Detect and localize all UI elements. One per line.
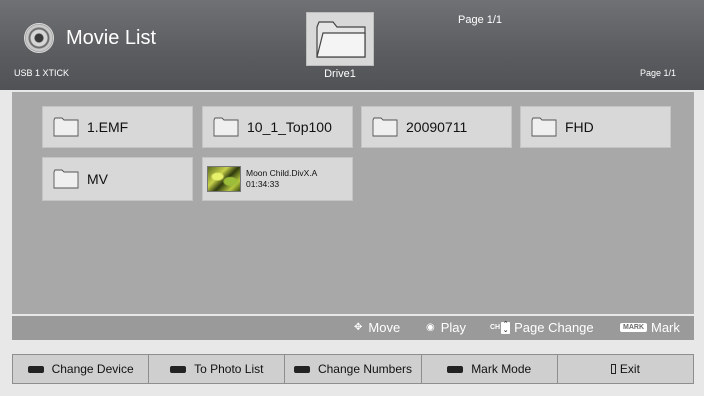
change-device-label: Change Device	[51, 362, 134, 376]
hint-bar: ✥ Move ◉ Play CH ⌃ ⌄ Page Change MARK Mark	[12, 316, 694, 340]
folder-icon	[53, 169, 79, 189]
folder-label: 10_1_Top100	[247, 119, 332, 135]
app-title: Movie List	[66, 27, 157, 49]
to-photo-list-label: To Photo List	[194, 362, 264, 376]
folder-icon	[372, 117, 398, 137]
color-key-icon	[27, 365, 44, 373]
bottom-button-bar: Change Device To Photo List Change Numbe…	[12, 354, 695, 384]
folder-icon	[213, 117, 239, 137]
folder-item[interactable]: 10_1_Top100	[202, 106, 353, 148]
folder-item[interactable]: 1.EMF	[42, 106, 193, 148]
exit-button[interactable]: Exit	[557, 354, 695, 384]
video-item[interactable]: Moon Child.DivX.A 01:34:33	[202, 157, 353, 201]
mark-key-icon: MARK	[620, 323, 647, 332]
video-thumbnail	[207, 166, 241, 192]
mark-mode-label: Mark Mode	[471, 362, 532, 376]
hint-play: ◉ Play	[426, 320, 466, 335]
header: Movie List USB 1 XTICK Drive1 Page 1/1 P…	[0, 0, 704, 90]
mark-mode-button[interactable]: Mark Mode	[421, 354, 558, 384]
video-title: Moon Child.DivX.A	[246, 168, 318, 178]
hint-mark: MARK Mark	[620, 320, 680, 335]
video-duration: 01:34:33	[246, 179, 280, 189]
video-meta: Moon Child.DivX.A 01:34:33	[246, 168, 317, 190]
ok-button-icon: ◉	[426, 322, 435, 333]
navigate-arrows-icon: ✥	[354, 322, 363, 333]
folder-label: 20090711	[406, 119, 468, 135]
folder-label: FHD	[565, 119, 594, 135]
to-photo-list-button[interactable]: To Photo List	[149, 354, 286, 384]
hint-page-change-label: Page Change	[514, 320, 594, 335]
channel-key-icon: CH ⌃ ⌄	[490, 320, 511, 334]
drive-label: Drive1	[324, 68, 356, 80]
folder-icon	[53, 117, 79, 137]
drive-selector[interactable]	[306, 12, 374, 66]
hint-move: ✥ Move	[354, 320, 400, 335]
change-device-button[interactable]: Change Device	[12, 354, 150, 384]
folder-item[interactable]: 20090711	[361, 106, 512, 148]
page-indicator: Page 1/1	[639, 68, 676, 78]
file-grid: 1.EMF 10_1_Top100 20090711 FHD MV Moon C…	[12, 92, 694, 314]
hint-play-label: Play	[440, 320, 467, 335]
folder-label: 1.EMF	[87, 119, 129, 135]
change-numbers-button[interactable]: Change Numbers	[285, 354, 422, 384]
change-numbers-label: Change Numbers	[317, 362, 413, 376]
page-indicator-top: Page 1/1	[458, 14, 503, 26]
hint-page-change: CH ⌃ ⌄ Page Change	[490, 320, 594, 335]
color-key-icon	[447, 365, 464, 373]
hint-move-label: Move	[368, 320, 401, 335]
folder-item[interactable]: FHD	[520, 106, 671, 148]
folder-icon	[531, 117, 557, 137]
film-reel-icon	[24, 23, 54, 53]
hint-mark-label: Mark	[651, 320, 680, 335]
color-key-icon	[293, 365, 310, 373]
folder-item[interactable]: MV	[42, 157, 193, 201]
folder-label: MV	[87, 171, 108, 187]
color-key-icon	[170, 365, 187, 373]
exit-label: Exit	[619, 362, 640, 376]
movie-list-screen: Movie List USB 1 XTICK Drive1 Page 1/1 P…	[0, 0, 704, 396]
device-label: USB 1 XTICK	[14, 68, 70, 78]
exit-icon	[610, 364, 616, 374]
folder-icon	[316, 21, 366, 58]
